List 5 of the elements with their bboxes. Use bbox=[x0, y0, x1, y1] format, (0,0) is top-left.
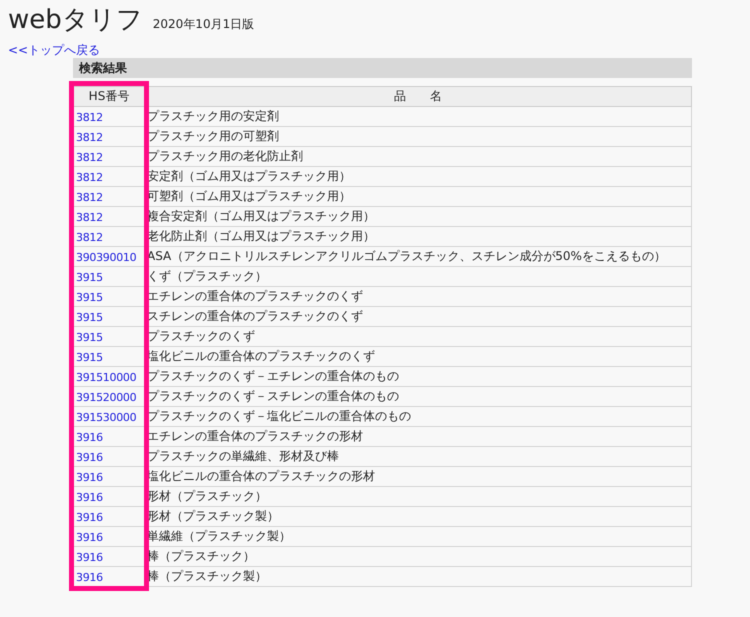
back-link[interactable]: <<トップへ戻る bbox=[8, 43, 100, 57]
edition-date: 2020年10月1日版 bbox=[152, 16, 254, 33]
section-header: 検索結果 bbox=[73, 58, 692, 78]
column-header: HS番号 bbox=[74, 86, 144, 106]
page-title: webタリフ bbox=[8, 4, 143, 36]
